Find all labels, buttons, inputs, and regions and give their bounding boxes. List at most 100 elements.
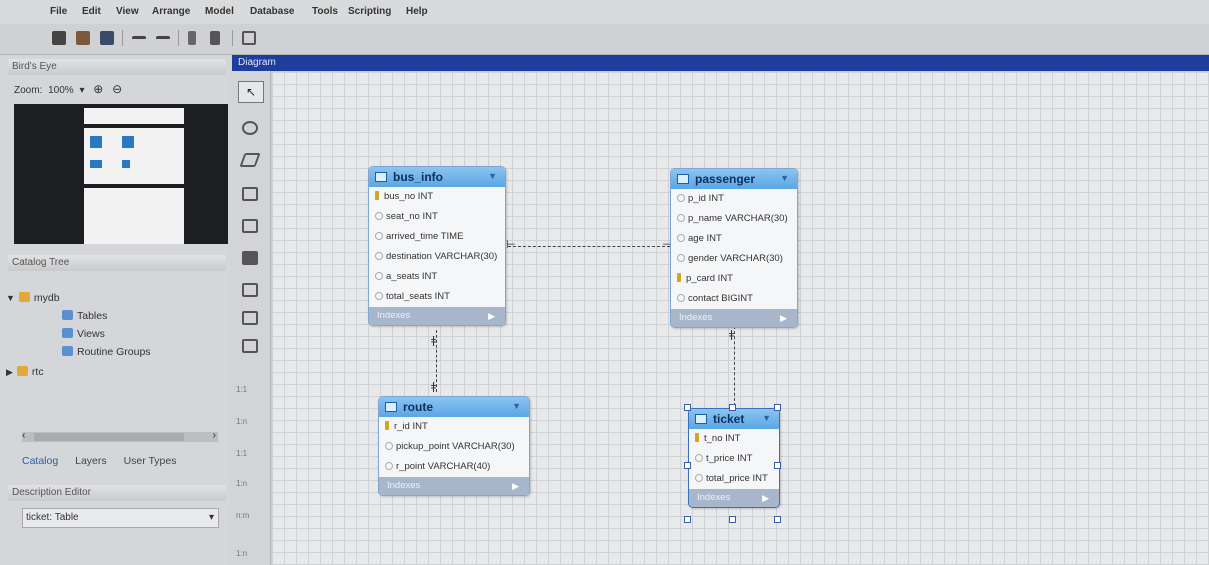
zoom-select[interactable]: 100% [48, 85, 74, 96]
birds-eye-overview[interactable] [14, 104, 228, 244]
menu-file[interactable]: File [50, 6, 67, 17]
table-bus-info[interactable]: bus_info ▼ bus_no INT seat_no INT arrive… [368, 166, 506, 326]
relation-1-n-existing-tool[interactable]: 1:n [236, 549, 247, 558]
menu-arrange[interactable]: Arrange [152, 6, 190, 17]
table-column[interactable]: age INT [671, 229, 797, 249]
toggle-grid-icon[interactable] [188, 31, 196, 45]
menu-scripting[interactable]: Scripting [348, 6, 391, 17]
new-file-icon[interactable] [52, 31, 66, 45]
collapse-arrow-icon[interactable]: ▼ [762, 413, 771, 423]
table-column[interactable]: a_seats INT [369, 267, 505, 287]
table-passenger[interactable]: passenger ▼ p_id INT p_name VARCHAR(30) … [670, 168, 798, 328]
table-column[interactable]: contact BIGINT [671, 289, 797, 309]
relation-1-1-tool[interactable]: 1:1 [236, 385, 247, 394]
collapse-arrow-icon[interactable]: ▼ [512, 401, 521, 411]
tab-catalog[interactable]: Catalog [22, 455, 58, 467]
table-column[interactable]: bus_no INT [369, 187, 505, 207]
page-icon[interactable] [242, 31, 256, 45]
table-indexes-footer[interactable]: Indexes ▶ [689, 489, 779, 507]
relation-1-n-identifying-tool[interactable]: 1:n [236, 479, 247, 488]
table-header[interactable]: bus_info ▼ [369, 167, 505, 187]
table-column[interactable]: p_name VARCHAR(30) [671, 209, 797, 229]
menu-edit[interactable]: Edit [82, 6, 101, 17]
zoom-dropdown-arrow-icon[interactable]: ▾ [79, 85, 84, 96]
collapse-arrow-icon[interactable]: ▼ [488, 171, 497, 181]
view-tool-icon[interactable] [242, 311, 258, 325]
menu-tools[interactable]: Tools [312, 6, 338, 17]
table-column[interactable]: t_price INT [689, 449, 779, 469]
collapse-arrow-icon[interactable]: ▶ [6, 367, 13, 377]
expand-arrow-icon[interactable]: ▶ [488, 307, 495, 325]
zoom-in-icon[interactable]: ⊕ [93, 82, 103, 96]
table-header[interactable]: route ▼ [379, 397, 529, 417]
resize-handle[interactable] [684, 404, 691, 411]
open-file-icon[interactable] [76, 31, 90, 45]
resize-handle[interactable] [774, 516, 781, 523]
relation-1-n-tool[interactable]: 1:n [236, 417, 247, 426]
resize-handle[interactable] [774, 404, 781, 411]
resize-handle[interactable] [729, 404, 736, 411]
resize-handle[interactable] [684, 516, 691, 523]
catalog-horizontal-scrollbar[interactable]: ‹ › [22, 430, 218, 442]
table-column[interactable]: total_price INT [689, 469, 779, 489]
menu-model[interactable]: Model [205, 6, 234, 17]
table-column[interactable]: r_point VARCHAR(40) [379, 457, 529, 477]
text-tool-icon[interactable] [242, 219, 258, 233]
relation-1-1-identifying-tool[interactable]: 1:1 [236, 449, 247, 458]
tree-item-tables[interactable]: Tables [62, 310, 107, 322]
table-column[interactable]: seat_no INT [369, 207, 505, 227]
table-route[interactable]: route ▼ r_id INT pickup_point VARCHAR(30… [378, 396, 530, 496]
menu-help[interactable]: Help [406, 6, 428, 17]
table-header[interactable]: passenger ▼ [671, 169, 797, 189]
undo-icon[interactable] [132, 36, 146, 45]
collapse-arrow-icon[interactable]: ▼ [780, 173, 789, 183]
table-column[interactable]: gender VARCHAR(30) [671, 249, 797, 269]
align-icon[interactable] [210, 31, 220, 45]
redo-icon[interactable] [156, 36, 170, 45]
expand-arrow-icon[interactable]: ▶ [512, 477, 519, 495]
expand-arrow-icon[interactable]: ▶ [762, 489, 769, 507]
table-column[interactable]: t_no INT [689, 429, 779, 449]
resize-handle[interactable] [729, 516, 736, 523]
scroll-right-icon[interactable]: › [213, 430, 216, 441]
scroll-left-icon[interactable]: ‹ [22, 430, 25, 441]
relationship-line-passenger-ticket[interactable] [734, 326, 735, 406]
tab-layers[interactable]: Layers [75, 455, 107, 467]
relationship-line-bus-info-route[interactable] [436, 330, 437, 392]
table-column[interactable]: destination VARCHAR(30) [369, 247, 505, 267]
menu-view[interactable]: View [116, 6, 139, 17]
tree-schema-rtc[interactable]: ▶ rtc [6, 366, 47, 378]
table-indexes-footer[interactable]: Indexes ▶ [671, 309, 797, 327]
scrollbar-thumb[interactable] [34, 433, 184, 441]
diagram-canvas[interactable]: ⊢ ⊣ ǂ ǂ ǂ bus_info ▼ bus_no INT seat_no … [272, 72, 1209, 565]
hand-tool-icon[interactable] [242, 121, 258, 135]
table-indexes-footer[interactable]: Indexes ▶ [379, 477, 529, 495]
table-tool-icon[interactable] [242, 283, 258, 297]
resize-handle[interactable] [774, 462, 781, 469]
routine-group-tool-icon[interactable] [242, 339, 258, 353]
description-object-select[interactable]: ticket: Table ▾ [22, 508, 219, 528]
expand-arrow-icon[interactable]: ▶ [780, 309, 787, 327]
table-column[interactable]: p_id INT [671, 189, 797, 209]
table-column[interactable]: arrived_time TIME [369, 227, 505, 247]
table-ticket[interactable]: ticket ▼ t_no INT t_price INT total_pric… [688, 408, 780, 508]
eraser-tool-icon[interactable] [239, 153, 261, 167]
image-tool-icon[interactable] [242, 251, 258, 265]
layer-tool-icon[interactable] [242, 187, 258, 201]
table-header[interactable]: ticket ▼ [689, 409, 779, 429]
tree-item-routine-groups[interactable]: Routine Groups [62, 346, 151, 358]
table-column[interactable]: pickup_point VARCHAR(30) [379, 437, 529, 457]
relation-n-m-tool[interactable]: n:m [236, 511, 249, 520]
table-column[interactable]: p_card INT [671, 269, 797, 289]
table-column[interactable]: total_seats INT [369, 287, 505, 307]
zoom-out-icon[interactable]: ⊖ [112, 82, 122, 96]
table-indexes-footer[interactable]: Indexes ▶ [369, 307, 505, 325]
expand-arrow-icon[interactable]: ▼ [6, 293, 15, 303]
resize-handle[interactable] [684, 462, 691, 469]
tree-item-views[interactable]: Views [62, 328, 105, 340]
menu-database[interactable]: Database [250, 6, 294, 17]
tab-user-types[interactable]: User Types [124, 455, 177, 467]
save-icon[interactable] [100, 31, 114, 45]
tree-schema-mydb[interactable]: ▼ mydb [6, 292, 60, 304]
pointer-tool-icon[interactable]: ↖ [238, 81, 264, 103]
